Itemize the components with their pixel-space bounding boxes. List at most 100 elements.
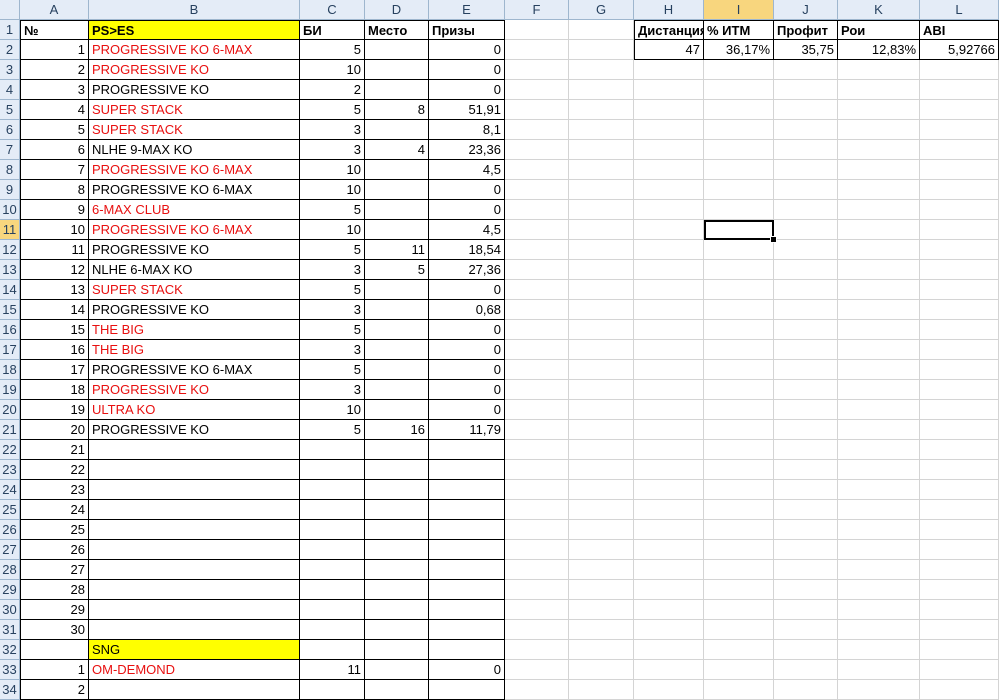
- header-bi[interactable]: БИ: [300, 20, 365, 40]
- cell-place[interactable]: [365, 120, 429, 140]
- column-header-B[interactable]: B: [89, 0, 300, 20]
- grid-cell[interactable]: [704, 460, 774, 480]
- grid-cell[interactable]: [505, 480, 569, 500]
- grid-cell[interactable]: [838, 320, 920, 340]
- cell-tournament-name[interactable]: PROGRESSIVE KO: [89, 300, 300, 320]
- cell-num[interactable]: 19: [20, 400, 89, 420]
- cell-buyin[interactable]: [300, 460, 365, 480]
- cell-prize[interactable]: 0: [429, 660, 505, 680]
- cell-num[interactable]: 4: [20, 100, 89, 120]
- grid-cell[interactable]: [774, 520, 838, 540]
- cell-buyin[interactable]: [300, 540, 365, 560]
- grid-cell[interactable]: [774, 480, 838, 500]
- grid-cell[interactable]: [634, 560, 704, 580]
- grid-cell[interactable]: [704, 660, 774, 680]
- grid-cell[interactable]: [569, 360, 634, 380]
- grid-cell[interactable]: [920, 620, 999, 640]
- grid-cell[interactable]: [774, 540, 838, 560]
- grid-cell[interactable]: [920, 600, 999, 620]
- header-name[interactable]: PS>ES: [89, 20, 300, 40]
- grid-cell[interactable]: [920, 420, 999, 440]
- cell-buyin[interactable]: 5: [300, 420, 365, 440]
- grid-cell[interactable]: [774, 320, 838, 340]
- cell-num[interactable]: 16: [20, 340, 89, 360]
- grid-cell[interactable]: [704, 580, 774, 600]
- grid-cell[interactable]: [634, 80, 704, 100]
- cell-num[interactable]: 18: [20, 380, 89, 400]
- grid-cell[interactable]: [920, 580, 999, 600]
- grid-cell[interactable]: [920, 60, 999, 80]
- grid-cell[interactable]: [505, 200, 569, 220]
- grid-cell[interactable]: [774, 440, 838, 460]
- cell-prize[interactable]: 0: [429, 40, 505, 60]
- grid-cell[interactable]: [920, 500, 999, 520]
- cell-buyin[interactable]: 3: [300, 340, 365, 360]
- cell-buyin[interactable]: 5: [300, 280, 365, 300]
- cell-buyin[interactable]: 3: [300, 140, 365, 160]
- row-header-19[interactable]: 19: [0, 380, 20, 400]
- grid-cell[interactable]: [774, 200, 838, 220]
- grid-cell[interactable]: [634, 580, 704, 600]
- cell-tournament-name[interactable]: PROGRESSIVE KO: [89, 420, 300, 440]
- cell-tournament-name[interactable]: SUPER STACK: [89, 120, 300, 140]
- row-header-22[interactable]: 22: [0, 440, 20, 460]
- grid-cell[interactable]: [569, 200, 634, 220]
- cell-tournament-name[interactable]: PROGRESSIVE KO 6-MAX: [89, 160, 300, 180]
- grid-cell[interactable]: [505, 380, 569, 400]
- cell-num[interactable]: 29: [20, 600, 89, 620]
- cell-tournament-name[interactable]: PROGRESSIVE KO 6-MAX: [89, 360, 300, 380]
- cell-prize[interactable]: 51,91: [429, 100, 505, 120]
- row-header-30[interactable]: 30: [0, 600, 20, 620]
- grid-cell[interactable]: [569, 280, 634, 300]
- cell-num[interactable]: 10: [20, 220, 89, 240]
- cell-num[interactable]: 5: [20, 120, 89, 140]
- row-header-27[interactable]: 27: [0, 540, 20, 560]
- grid-cell[interactable]: [774, 140, 838, 160]
- row-header-14[interactable]: 14: [0, 280, 20, 300]
- cell-place[interactable]: [365, 660, 429, 680]
- grid-cell[interactable]: [838, 420, 920, 440]
- grid-cell[interactable]: [920, 520, 999, 540]
- cell-num[interactable]: 11: [20, 240, 89, 260]
- grid-cell[interactable]: [505, 20, 569, 40]
- grid-cell[interactable]: [569, 540, 634, 560]
- cell-place[interactable]: [365, 380, 429, 400]
- cell-buyin[interactable]: [300, 600, 365, 620]
- grid-cell[interactable]: [569, 520, 634, 540]
- grid-cell[interactable]: [569, 500, 634, 520]
- cell-prize[interactable]: 27,36: [429, 260, 505, 280]
- grid-cell[interactable]: [505, 520, 569, 540]
- grid-cell[interactable]: [774, 560, 838, 580]
- cell-prize[interactable]: 0: [429, 340, 505, 360]
- cell-buyin[interactable]: 2: [300, 80, 365, 100]
- grid-cell[interactable]: [569, 480, 634, 500]
- grid-cell[interactable]: [634, 460, 704, 480]
- cell-buyin[interactable]: 10: [300, 160, 365, 180]
- cell-place[interactable]: [365, 440, 429, 460]
- grid-cell[interactable]: [774, 80, 838, 100]
- cell-prize[interactable]: 0: [429, 180, 505, 200]
- cell-tournament-name[interactable]: [89, 560, 300, 580]
- cell-prize[interactable]: 0: [429, 320, 505, 340]
- grid-cell[interactable]: [505, 320, 569, 340]
- grid-cell[interactable]: [634, 240, 704, 260]
- cell-place[interactable]: [365, 540, 429, 560]
- grid-cell[interactable]: [704, 60, 774, 80]
- grid-cell[interactable]: [920, 100, 999, 120]
- grid-cell[interactable]: [704, 480, 774, 500]
- row-header-33[interactable]: 33: [0, 660, 20, 680]
- cell-buyin[interactable]: 5: [300, 40, 365, 60]
- cell-tournament-name[interactable]: [89, 480, 300, 500]
- row-header-31[interactable]: 31: [0, 620, 20, 640]
- grid-cell[interactable]: [569, 380, 634, 400]
- grid-cell[interactable]: [838, 500, 920, 520]
- cell-tournament-name[interactable]: 6-MAX CLUB: [89, 200, 300, 220]
- grid-cell[interactable]: [838, 620, 920, 640]
- grid-cell[interactable]: [569, 180, 634, 200]
- row-header-2[interactable]: 2: [0, 40, 20, 60]
- cell-prize[interactable]: 0: [429, 360, 505, 380]
- grid-cell[interactable]: [569, 340, 634, 360]
- cell-place[interactable]: [365, 460, 429, 480]
- cell-tournament-name[interactable]: [89, 540, 300, 560]
- cell-num[interactable]: 23: [20, 480, 89, 500]
